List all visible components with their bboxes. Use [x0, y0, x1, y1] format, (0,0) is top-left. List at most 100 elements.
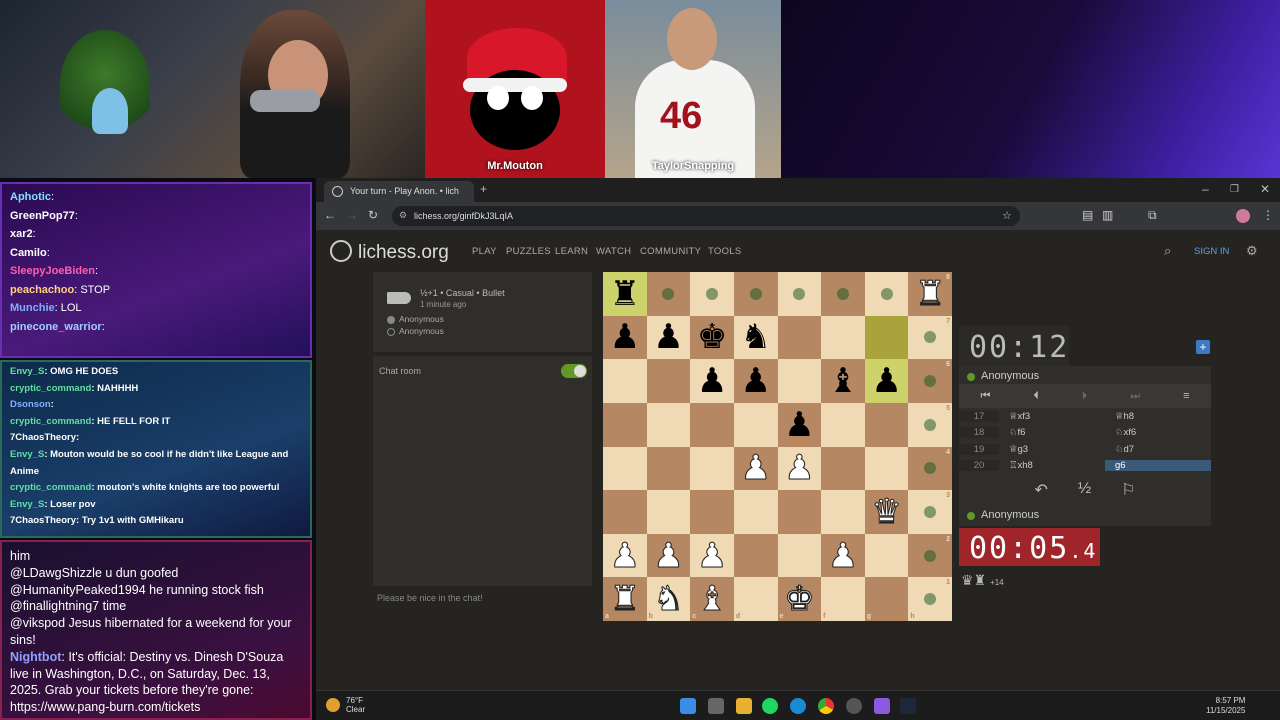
black-move[interactable]: ♕h8: [1105, 411, 1211, 422]
chat-username[interactable]: GreenPop77: [10, 210, 75, 222]
new-tab-icon[interactable]: +: [480, 182, 487, 196]
first-move-icon[interactable]: ⏮: [980, 390, 990, 403]
board-square-g4[interactable]: [864, 446, 909, 491]
board-square-a3[interactable]: [603, 490, 647, 534]
board-square-e5[interactable]: ♟: [777, 402, 822, 447]
app-icon[interactable]: [874, 698, 890, 714]
next-move-icon[interactable]: ⏵: [1082, 390, 1088, 403]
chat-username[interactable]: cryptic_command: [10, 383, 91, 394]
board-square-b8[interactable]: [646, 272, 691, 316]
board-square-a2[interactable]: ♟: [603, 533, 647, 578]
chat-username[interactable]: peachachoo: [10, 284, 74, 296]
board-square-h7[interactable]: 7: [908, 315, 952, 360]
search-icon[interactable]: ⌕: [1164, 243, 1171, 259]
black-pawn-piece[interactable]: ♟: [784, 408, 814, 442]
extension-icon[interactable]: ▤: [1082, 208, 1093, 222]
board-square-f5[interactable]: [821, 402, 865, 447]
board-square-c2[interactable]: ♟: [690, 533, 734, 578]
board-square-b4[interactable]: [646, 446, 691, 491]
black-pawn-piece[interactable]: ♟: [740, 364, 770, 398]
last-move-icon[interactable]: ⏭: [1130, 390, 1140, 403]
white-queen-piece[interactable]: ♛: [871, 494, 903, 529]
resign-flag-icon[interactable]: ⚐: [1121, 480, 1135, 504]
takeback-icon[interactable]: ↶: [1034, 480, 1047, 504]
task-view-icon[interactable]: [708, 698, 724, 714]
chat-username[interactable]: Nightbot: [10, 650, 61, 664]
nav-community[interactable]: COMMUNITY: [640, 246, 701, 257]
white-player[interactable]: Anonymous: [399, 314, 444, 324]
board-square-g7[interactable]: [864, 315, 909, 360]
prev-move-icon[interactable]: ⏴: [1033, 390, 1039, 403]
board-square-c4[interactable]: [690, 446, 734, 491]
white-move[interactable]: ♘f6: [999, 427, 1105, 438]
gear-icon[interactable]: ⚙: [1246, 243, 1258, 259]
offer-draw-icon[interactable]: ½: [1078, 480, 1091, 504]
chat-username[interactable]: 7ChaosTheory: [10, 515, 76, 526]
nav-watch[interactable]: WATCH: [596, 246, 631, 257]
board-square-a8[interactable]: ♜: [603, 272, 647, 316]
board-square-g6[interactable]: ♟: [864, 359, 909, 403]
board-square-d8[interactable]: [733, 272, 778, 316]
board-square-f2[interactable]: ♟: [821, 533, 865, 578]
white-pawn-piece[interactable]: ♟: [740, 451, 772, 486]
forward-icon[interactable]: →: [346, 208, 358, 222]
board-square-f3[interactable]: [821, 490, 865, 534]
bookmark-star-icon[interactable]: ☆: [1002, 209, 1012, 222]
chat-username[interactable]: xar2: [10, 228, 33, 240]
white-pawn-piece[interactable]: ♟: [696, 538, 728, 573]
edge-icon[interactable]: [790, 698, 806, 714]
board-square-e6[interactable]: [777, 359, 822, 403]
chrome-icon[interactable]: [818, 698, 834, 714]
chat-username[interactable]: 7ChaosTheory: [10, 432, 76, 443]
black-move[interactable]: ♘d7: [1105, 444, 1211, 455]
weather-widget[interactable]: 76°F Clear: [326, 696, 365, 714]
extensions-puzzle-icon[interactable]: ⧉: [1148, 208, 1157, 223]
board-square-h1[interactable]: 1h: [908, 577, 952, 621]
board-square-b1[interactable]: ♞ b: [646, 577, 691, 621]
add-time-button[interactable]: +: [1196, 340, 1210, 354]
browser-tab[interactable]: Your turn - Play Anon. • lich: [324, 181, 474, 202]
url-field[interactable]: ⚙ lichess.org/ginfDkJ3LqIA ☆: [392, 206, 1020, 226]
white-rook-piece[interactable]: ♜: [609, 582, 641, 617]
board-square-g8[interactable]: [864, 272, 909, 316]
chat-username[interactable]: SleepyJoeBiden: [10, 265, 95, 277]
black-move[interactable]: ♘xf6: [1105, 427, 1211, 438]
obs-icon[interactable]: [846, 698, 862, 714]
profile-avatar[interactable]: [1236, 209, 1250, 223]
minimize-icon[interactable]: –: [1202, 182, 1209, 196]
board-square-h8[interactable]: ♜ 8: [908, 272, 952, 316]
extension-icon[interactable]: ▥: [1102, 208, 1113, 222]
site-logo[interactable]: lichess.org: [330, 240, 449, 264]
steam-icon[interactable]: [900, 698, 916, 714]
black-move[interactable]: g6: [1105, 460, 1211, 472]
board-square-g5[interactable]: [864, 402, 909, 447]
board-square-f4[interactable]: [821, 446, 865, 491]
chat-username[interactable]: cryptic_command: [10, 482, 91, 493]
board-square-b3[interactable]: [646, 490, 691, 534]
white-move[interactable]: ♖xh8: [999, 460, 1105, 471]
board-square-c1[interactable]: ♝ c: [690, 577, 734, 621]
board-square-h4[interactable]: 4: [908, 446, 952, 491]
chat-username[interactable]: cryptic_command: [10, 416, 91, 427]
board-square-c3[interactable]: [690, 490, 734, 534]
board-square-d1[interactable]: d: [733, 577, 778, 621]
white-king-piece[interactable]: ♚: [784, 582, 816, 617]
board-square-h2[interactable]: 2: [908, 533, 952, 578]
nav-tools[interactable]: TOOLS: [708, 246, 742, 257]
nav-play[interactable]: PLAY: [472, 246, 497, 257]
white-pawn-piece[interactable]: ♟: [609, 538, 641, 573]
board-square-a4[interactable]: [603, 446, 647, 491]
board-square-g1[interactable]: g: [864, 577, 909, 621]
board-square-d2[interactable]: [733, 533, 778, 578]
board-square-g2[interactable]: [864, 533, 909, 578]
site-info-icon[interactable]: ⚙: [399, 210, 407, 221]
board-square-b7[interactable]: ♟: [646, 315, 691, 360]
nav-puzzles[interactable]: PUZZLES: [506, 246, 551, 257]
board-square-e8[interactable]: [777, 272, 822, 316]
board-square-e3[interactable]: [777, 490, 822, 534]
board-square-a1[interactable]: ♜ a: [603, 577, 647, 621]
board-square-d3[interactable]: [733, 490, 778, 534]
white-pawn-piece[interactable]: ♟: [827, 538, 859, 573]
board-square-e7[interactable]: [777, 315, 822, 360]
board-square-a5[interactable]: [603, 402, 647, 447]
